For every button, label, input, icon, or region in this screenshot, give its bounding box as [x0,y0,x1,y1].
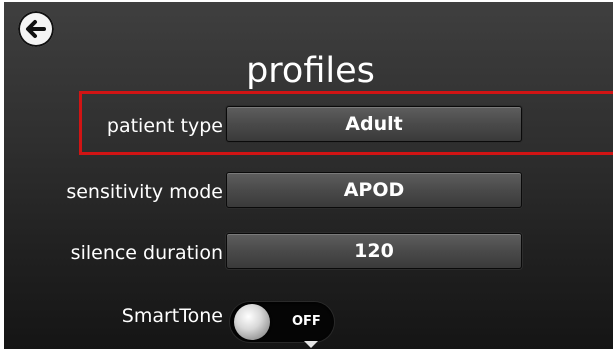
back-button[interactable] [18,11,54,47]
patient-type-label: patient type [106,115,223,137]
sensitivity-mode-button[interactable]: APOD [226,172,522,208]
back-arrow-icon [26,20,46,38]
silence-duration-label: silence duration [70,242,223,264]
chevron-down-icon[interactable] [304,341,318,348]
device-screen: profiles patient type Adult sensitivity … [4,2,613,349]
smarttone-toggle[interactable]: OFF [230,302,334,342]
silence-duration-button[interactable]: 120 [226,233,522,269]
sensitivity-mode-label: sensitivity mode [66,181,223,203]
page-title: profiles [246,51,375,91]
toggle-knob [234,304,270,340]
patient-type-button[interactable]: Adult [226,106,522,142]
toggle-state-text: OFF [292,314,321,329]
smarttone-label: SmartTone [121,305,223,327]
